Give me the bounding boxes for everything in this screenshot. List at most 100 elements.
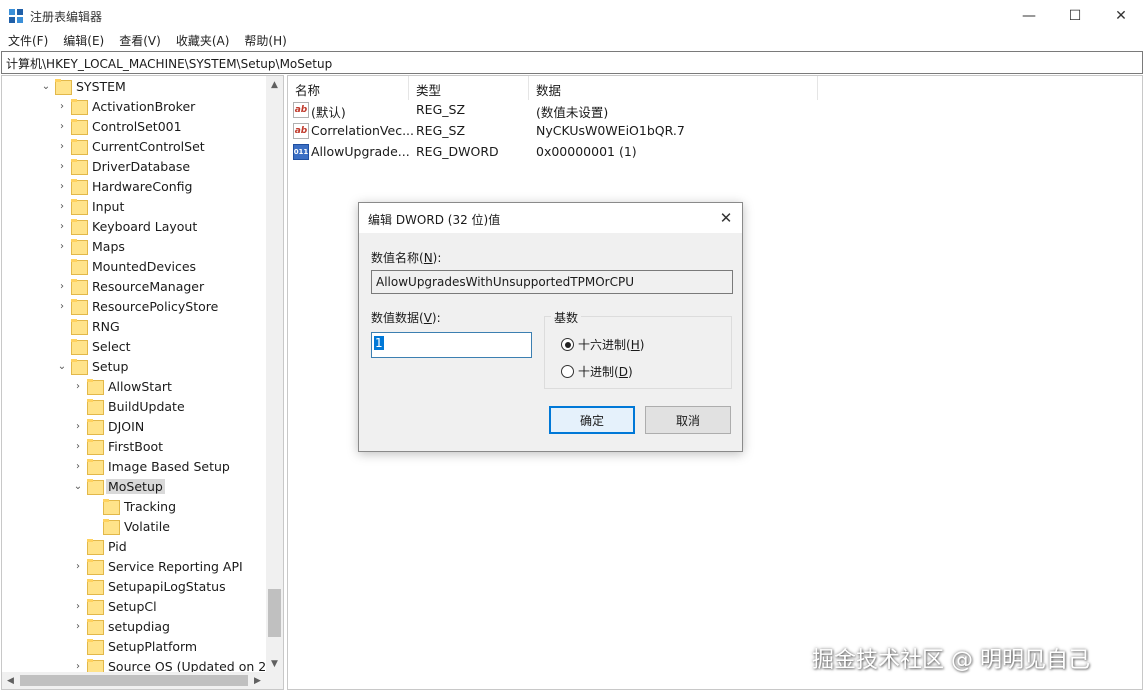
tree-item[interactable]: SetupapiLogStatus: [72, 576, 228, 596]
tree-item-label: Pid: [108, 538, 127, 554]
tree-item[interactable]: › ActivationBroker: [56, 96, 197, 116]
tree-item[interactable]: › FirstBoot: [72, 436, 165, 456]
scroll-thumb-horizontal[interactable]: [20, 675, 248, 686]
tree-item[interactable]: Select: [56, 336, 133, 356]
tree-item[interactable]: › Input: [56, 196, 126, 216]
tree-item[interactable]: › ResourceManager: [56, 276, 206, 296]
menu-view[interactable]: 查看(V): [111, 31, 168, 51]
chevron-right-icon[interactable]: ›: [72, 600, 84, 612]
expander-placeholder: [56, 260, 68, 272]
dialog-close-icon[interactable]: ✕: [710, 203, 742, 233]
chevron-right-icon[interactable]: ›: [56, 200, 68, 212]
close-button[interactable]: ✕: [1098, 0, 1144, 31]
chevron-down-icon[interactable]: ⌄: [56, 360, 68, 372]
title-bar: 注册表编辑器 — ☐ ✕: [0, 0, 1144, 31]
chevron-right-icon[interactable]: ›: [56, 140, 68, 152]
menu-edit[interactable]: 编辑(E): [55, 31, 111, 51]
chevron-right-icon[interactable]: ›: [56, 240, 68, 252]
value-data-input[interactable]: 1: [371, 332, 532, 358]
tree-item-label: SetupCl: [108, 598, 157, 614]
tree-vertical-scrollbar[interactable]: ▲ ▼: [266, 76, 283, 672]
chevron-right-icon[interactable]: ›: [72, 620, 84, 632]
folder-icon: [87, 599, 104, 615]
scroll-left-icon[interactable]: ◀: [2, 672, 19, 689]
chevron-right-icon[interactable]: ›: [72, 440, 84, 452]
tree-item[interactable]: SetupPlatform: [72, 636, 199, 656]
folder-icon: [87, 579, 104, 595]
value-row[interactable]: 011 AllowUpgrade... REG_DWORD 0x00000001…: [288, 142, 1142, 163]
tree-item[interactable]: Tracking: [88, 496, 178, 516]
tree-item[interactable]: ⌄ MoSetup: [72, 476, 165, 496]
tree-item[interactable]: RNG: [56, 316, 122, 336]
tree-item[interactable]: › Keyboard Layout: [56, 216, 199, 236]
tree-item[interactable]: Volatile: [88, 516, 172, 536]
value-name-field: AllowUpgradesWithUnsupportedTPMOrCPU: [371, 270, 733, 294]
tree-item[interactable]: › CurrentControlSet: [56, 136, 207, 156]
radio-unselected-icon[interactable]: [561, 365, 574, 378]
chevron-right-icon[interactable]: ›: [56, 280, 68, 292]
chevron-right-icon[interactable]: ›: [72, 420, 84, 432]
registry-tree[interactable]: ⌄ SYSTEM › ActivationBroker › ControlSet001 › C…: [1, 75, 284, 690]
tree-item[interactable]: › Image Based Setup: [72, 456, 232, 476]
menu-file[interactable]: 文件(F): [0, 31, 55, 51]
chevron-right-icon[interactable]: ›: [72, 660, 84, 672]
value-name: CorrelationVec...: [311, 123, 414, 138]
chevron-right-icon[interactable]: ›: [56, 300, 68, 312]
tree-item-label: DriverDatabase: [92, 158, 191, 174]
chevron-down-icon[interactable]: ⌄: [72, 480, 84, 492]
dword-value-icon: 011: [293, 144, 309, 160]
expander-placeholder: [88, 520, 100, 532]
tree-horizontal-scrollbar[interactable]: ◀ ▶: [2, 672, 266, 689]
address-bar[interactable]: 计算机\HKEY_LOCAL_MACHINE\SYSTEM\Setup\MoSe…: [1, 51, 1143, 74]
cancel-button[interactable]: 取消: [645, 406, 731, 434]
menu-favorites[interactable]: 收藏夹(A): [168, 31, 237, 51]
maximize-button[interactable]: ☐: [1052, 0, 1098, 31]
ok-button[interactable]: 确定: [549, 406, 635, 434]
chevron-right-icon[interactable]: ›: [56, 100, 68, 112]
tree-item[interactable]: BuildUpdate: [72, 396, 187, 416]
edit-dword-dialog: 编辑 DWORD (32 位)值 ✕ 数值名称(N): AllowUpgrade…: [358, 202, 743, 452]
radio-selected-icon[interactable]: [561, 338, 574, 351]
tree-item-label: ResourcePolicyStore: [92, 298, 219, 314]
chevron-down-icon[interactable]: ⌄: [40, 80, 52, 92]
folder-icon: [71, 139, 88, 155]
chevron-right-icon[interactable]: ›: [72, 380, 84, 392]
tree-item[interactable]: › DriverDatabase: [56, 156, 192, 176]
column-data-header[interactable]: 数据: [529, 76, 818, 100]
tree-item-label: MoSetup: [106, 478, 165, 494]
tree-item[interactable]: › AllowStart: [72, 376, 174, 396]
tree-item[interactable]: Pid: [72, 536, 129, 556]
value-row[interactable]: ab (默认) REG_SZ (数值未设置): [288, 100, 1142, 121]
chevron-right-icon[interactable]: ›: [56, 120, 68, 132]
radio-hexadecimal[interactable]: 十六进制(H): [561, 336, 644, 353]
tree-item[interactable]: ⌄ SYSTEM: [40, 76, 128, 96]
tree-item[interactable]: › Service Reporting API: [72, 556, 245, 576]
tree-item[interactable]: › setupdiag: [72, 616, 172, 636]
scroll-down-icon[interactable]: ▼: [266, 655, 283, 672]
scroll-thumb[interactable]: [268, 589, 281, 637]
tree-item[interactable]: ⌄ Setup: [56, 356, 130, 376]
tree-item[interactable]: › SetupCl: [72, 596, 159, 616]
tree-item[interactable]: MountedDevices: [56, 256, 198, 276]
chevron-right-icon[interactable]: ›: [72, 460, 84, 472]
expander-placeholder: [72, 400, 84, 412]
chevron-right-icon[interactable]: ›: [72, 560, 84, 572]
chevron-right-icon[interactable]: ›: [56, 220, 68, 232]
tree-item[interactable]: › Maps: [56, 236, 127, 256]
tree-item[interactable]: › HardwareConfig: [56, 176, 194, 196]
tree-item[interactable]: › ResourcePolicyStore: [56, 296, 220, 316]
tree-item[interactable]: › ControlSet001: [56, 116, 184, 136]
scroll-up-icon[interactable]: ▲: [266, 76, 283, 93]
radio-decimal[interactable]: 十进制(D): [561, 363, 633, 380]
chevron-right-icon[interactable]: ›: [56, 180, 68, 192]
menu-help[interactable]: 帮助(H): [236, 31, 293, 51]
column-type-header[interactable]: 类型: [409, 76, 529, 100]
folder-icon: [87, 399, 104, 415]
tree-item[interactable]: › DJOIN: [72, 416, 146, 436]
value-row[interactable]: ab CorrelationVec... REG_SZ NyCKUsW0WEiO…: [288, 121, 1142, 142]
column-name-header[interactable]: 名称: [288, 76, 409, 100]
scroll-right-icon[interactable]: ▶: [249, 672, 266, 689]
list-header: 名称 类型 数据: [288, 76, 1142, 100]
minimize-button[interactable]: —: [1006, 0, 1052, 31]
chevron-right-icon[interactable]: ›: [56, 160, 68, 172]
